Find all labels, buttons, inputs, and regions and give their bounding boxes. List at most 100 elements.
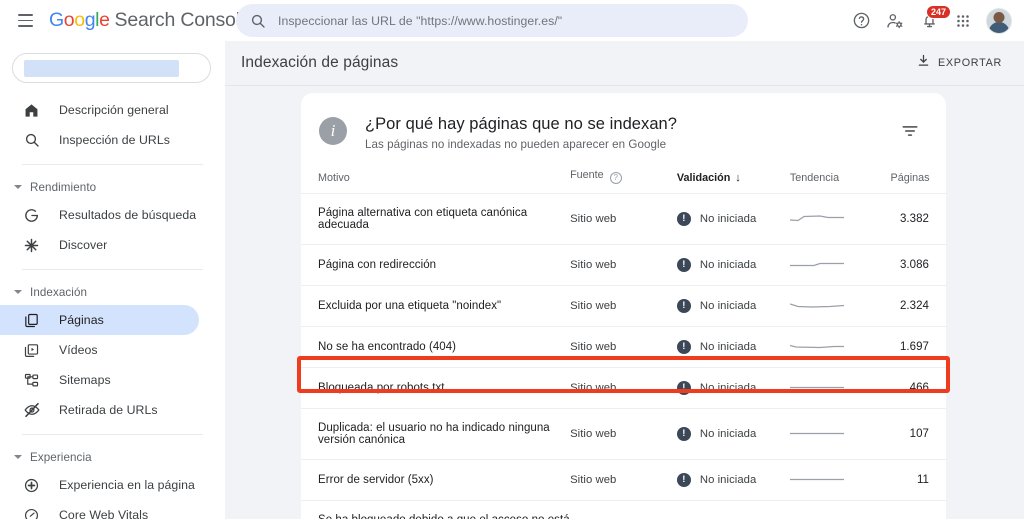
column-header-validacion[interactable]: Validación ↓ [676,169,790,194]
page-title: Indexación de páginas [241,54,399,71]
cell-tendencia [789,500,891,519]
sidebar-item-label: Páginas [59,313,104,327]
warning-icon: ! [676,211,691,226]
card-title: ¿Por qué hay páginas que no se indexan? [365,115,678,133]
help-icon[interactable] [846,6,876,36]
search-icon [22,131,41,150]
cell-fuente: Sitio web [570,244,677,286]
cell-motivo: No se ha encontrado (404) [301,326,571,368]
cell-validacion: !No iniciada [676,459,790,501]
sidebar-item-resultados-de-busqueda[interactable]: Resultados de búsqueda [0,200,199,230]
chevron-down-icon [14,455,22,459]
cell-tendencia [789,193,891,245]
search-input[interactable] [278,13,718,28]
cell-motivo: Excluida por una etiqueta "noindex" [301,285,571,327]
table-row[interactable]: Bloqueada por robots.txt Sitio web ! No i… [301,367,946,409]
sidebar-group-label: Rendimiento [30,180,97,194]
warning-icon: ! [676,380,691,395]
search-bar[interactable] [236,4,748,37]
sidebar-group-experiencia[interactable]: Experiencia [0,444,225,470]
sidebar-divider [22,434,203,435]
sidebar-group-label: Experiencia [30,450,92,464]
table-row[interactable]: Página alternativa con etiqueta canónica… [301,193,946,245]
sparkline [789,386,844,389]
warning-icon: ! [676,257,691,272]
pages-copy-icon [22,311,41,330]
column-header-fuente[interactable]: Fuente? [570,169,677,194]
cell-paginas: 107 [890,408,946,460]
notification-badge: 247 [926,4,952,19]
sidebar-item-retirada-de-urls[interactable]: Retirada de URLs [0,395,199,425]
sidebar-divider [22,269,203,270]
export-button[interactable]: EXPORTAR [910,48,1008,78]
sidebar-item-discover[interactable]: Discover [0,230,199,260]
cell-motivo: Error de servidor (5xx) [301,459,571,501]
table-row[interactable]: Duplicada: el usuario no ha indicado nin… [301,408,946,460]
property-selector-value [24,59,179,77]
cell-validacion: !No iniciada [676,367,790,409]
video-icon [22,341,41,360]
table-row[interactable]: No se ha encontrado (404) Sitio web ! No … [301,326,946,368]
cell-paginas: 3.382 [890,193,946,245]
property-selector[interactable] [12,53,211,83]
cell-tendencia [789,326,891,368]
sidebar-group-indexacion[interactable]: Indexación [0,279,225,305]
table-row[interactable]: Excluida por una etiqueta "noindex" Siti… [301,285,946,327]
sparkline [789,432,844,435]
hamburger-menu-icon[interactable] [12,8,38,34]
main-content: Indexación de páginas EXPORTAR i ¿Por qu… [225,41,1024,519]
cell-motivo: Se ha bloqueado debido a que el acceso n… [301,500,571,519]
column-header-tendencia[interactable]: Tendencia [789,169,891,194]
cell-motivo: Página con redirección [301,244,571,286]
sort-descending-icon: ↓ [735,171,741,184]
sitemap-icon [22,371,41,390]
column-header-motivo[interactable]: Motivo [301,169,571,194]
sidebar-nav: Descripción general Inspección de URLs R… [0,95,225,519]
cell-tendencia [789,285,891,327]
sidebar-divider [22,164,203,165]
column-header-paginas[interactable]: Páginas [890,169,946,194]
sidebar-item-label: Descripción general [59,103,169,117]
sidebar-item-label: Experiencia en la página [59,478,195,492]
info-icon: i [319,117,347,145]
avatar[interactable] [986,7,1012,34]
filter-tune-icon[interactable] [896,117,924,145]
help-icon[interactable]: ? [609,171,622,184]
cell-paginas: 3 [890,500,946,519]
export-label: EXPORTAR [938,57,1002,69]
table-row[interactable]: Página con redirección Sitio web ! No ini… [301,244,946,286]
discover-star-icon [22,236,41,255]
cell-tendencia [789,244,891,286]
sidebar-item-experiencia-en-la-pagina[interactable]: Experiencia en la página [0,470,199,500]
account-settings-icon[interactable] [880,6,910,36]
sidebar-item-label: Retirada de URLs [59,403,158,417]
cell-validacion: !No iniciada [676,193,790,245]
cell-fuente: Sitio web [570,193,677,245]
cell-motivo: Duplicada: el usuario no ha indicado nin… [301,408,571,460]
notifications-bell-icon[interactable]: 247 [914,4,952,36]
brand-logo[interactable]: Google Search Console [49,9,251,32]
sidebar-group-rendimiento[interactable]: Rendimiento [0,174,225,200]
cell-fuente: Sitio web [570,408,677,460]
warning-icon: ! [676,298,691,313]
cell-tendencia [789,367,891,409]
card-subtitle: Las páginas no indexadas no pueden apare… [365,138,667,151]
sidebar-item-paginas[interactable]: Páginas [0,305,199,335]
cell-fuente: Sitio web [570,326,677,368]
sidebar-item-label: Vídeos [59,343,98,357]
sidebar-item-sitemaps[interactable]: Sitemaps [0,365,199,395]
product-name: Search Console [114,9,251,31]
table-row[interactable]: Se ha bloqueado debido a que el acceso n… [301,500,946,519]
sidebar-item-inspeccion-de-urls[interactable]: Inspección de URLs [0,125,199,155]
top-bar-actions: 247 [846,0,1016,41]
sidebar-item-videos[interactable]: Vídeos [0,335,199,365]
table-row[interactable]: Error de servidor (5xx) Sitio web ! No in… [301,459,946,501]
page-experience-icon [22,476,41,495]
table-body: Página alternativa con etiqueta canónica… [301,193,946,519]
sparkline [789,478,844,481]
cell-paginas: 2.324 [890,285,946,327]
sidebar-item-descripcion-general[interactable]: Descripción general [0,95,199,125]
sidebar-item-core-web-vitals[interactable]: Core Web Vitals [0,500,199,519]
apps-grid-icon[interactable] [948,6,978,36]
cell-validacion: !No iniciada [676,285,790,327]
